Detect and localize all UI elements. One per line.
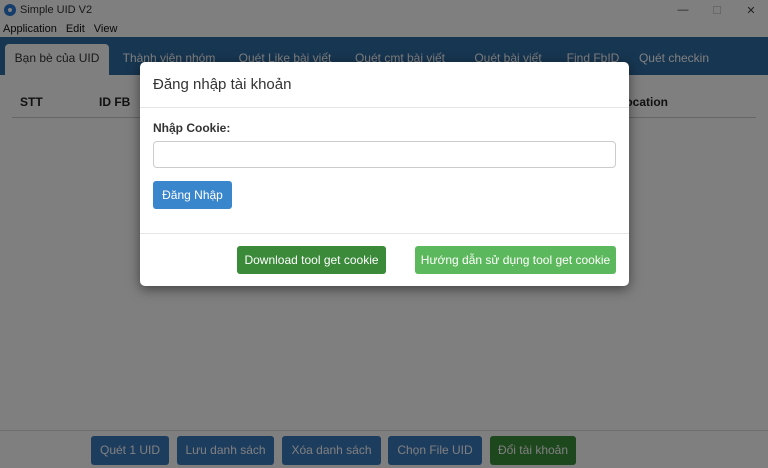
modal-title: Đăng nhập tài khoản [140, 62, 629, 108]
login-modal: Đăng nhập tài khoản Nhập Cookie: Đăng Nh… [140, 62, 629, 286]
login-button[interactable]: Đăng Nhập [153, 181, 232, 209]
download-tool-button[interactable]: Download tool get cookie [237, 246, 386, 274]
cookie-input[interactable] [153, 141, 616, 168]
modal-footer: Download tool get cookie Hướng dẫn sử dụ… [140, 233, 629, 286]
guide-button[interactable]: Hướng dẫn sử dụng tool get cookie [415, 246, 616, 274]
modal-body: Nhập Cookie: Đăng Nhập [140, 108, 629, 233]
cookie-label: Nhập Cookie: [153, 121, 231, 135]
